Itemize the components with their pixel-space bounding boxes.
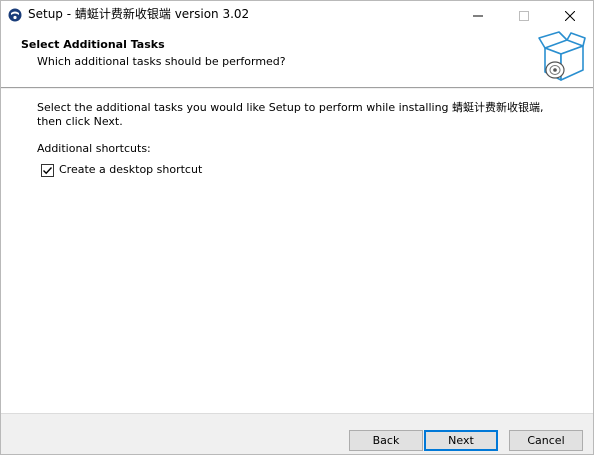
setup-window: Setup - 蜻蜓计费新收银端 version 3.02 Select Add… (0, 0, 594, 455)
cancel-button[interactable]: Cancel (509, 430, 583, 451)
maximize-icon (519, 10, 529, 21)
page-title: Select Additional Tasks (21, 38, 165, 51)
maximize-button[interactable] (501, 1, 547, 30)
setup-box-icon (538, 31, 586, 81)
setup-app-icon (8, 8, 22, 22)
wizard-header: Select Additional Tasks Which additional… (1, 30, 593, 88)
desktop-shortcut-label: Create a desktop shortcut (59, 163, 203, 176)
title-bar[interactable]: Setup - 蜻蜓计费新收银端 version 3.02 (1, 1, 593, 30)
page-subtitle: Which additional tasks should be perform… (37, 55, 286, 68)
close-icon (565, 10, 575, 21)
wizard-body: Select the additional tasks you would li… (1, 89, 593, 413)
wizard-footer: Back Next Cancel (1, 413, 593, 454)
checkmark-icon (43, 166, 53, 174)
shortcuts-group-label: Additional shortcuts: (37, 142, 151, 155)
close-button[interactable] (547, 1, 593, 30)
minimize-icon (473, 15, 483, 16)
next-button[interactable]: Next (424, 430, 498, 451)
desktop-shortcut-checkbox[interactable] (41, 163, 54, 177)
minimize-button[interactable] (455, 1, 501, 30)
window-title: Setup - 蜻蜓计费新收银端 version 3.02 (28, 7, 250, 21)
desktop-shortcut-option[interactable]: Create a desktop shortcut (41, 163, 202, 177)
instruction-text: Select the additional tasks you would li… (37, 101, 544, 128)
back-button[interactable]: Back (349, 430, 423, 451)
